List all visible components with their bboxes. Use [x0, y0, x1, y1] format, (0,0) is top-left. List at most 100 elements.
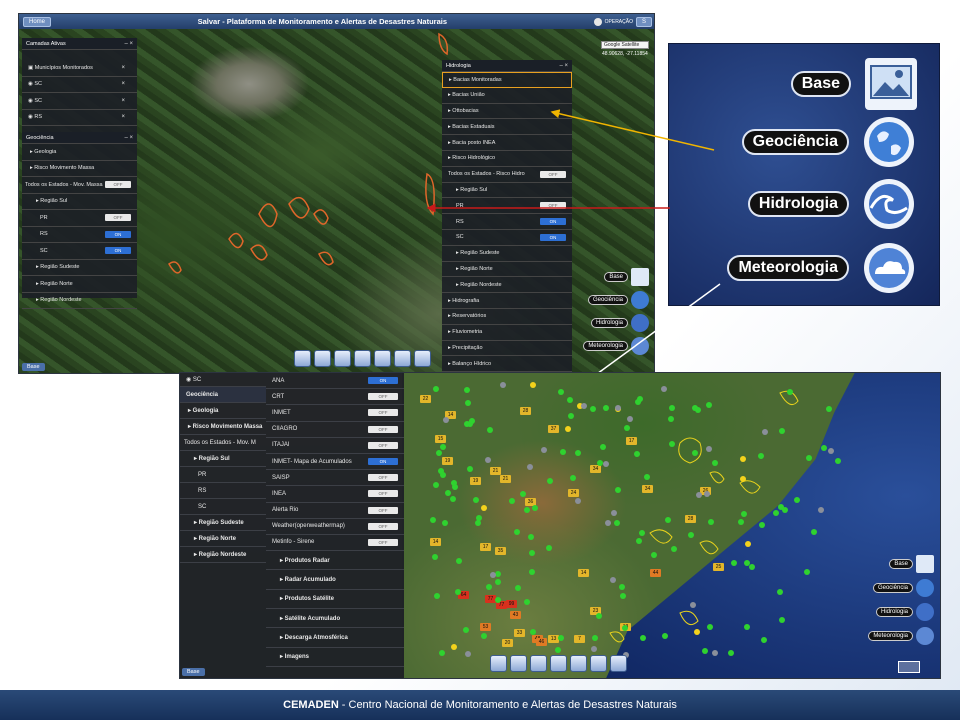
geoscience-row[interactable]: ▸ Região Sul [22, 194, 137, 210]
tools-icon[interactable] [394, 350, 411, 367]
toggle-switch[interactable]: ON [105, 247, 131, 255]
station-dot[interactable] [486, 583, 493, 590]
station-dot[interactable] [660, 385, 667, 392]
panel-controls-icon[interactable]: – × [124, 135, 133, 141]
toggle-switch[interactable]: OFF [368, 409, 398, 417]
station-dot[interactable] [589, 406, 596, 413]
station-dot[interactable] [530, 628, 537, 635]
rain-station-marker[interactable]: 14 [430, 538, 441, 546]
station-dot[interactable] [546, 544, 553, 551]
layer-item[interactable]: ◉ SC × [22, 93, 137, 110]
rain-station-marker[interactable]: 24 [568, 489, 579, 497]
meteorology-group-row[interactable]: ▸ Radar Acumulado [266, 570, 404, 590]
rain-station-marker[interactable]: 43 [510, 611, 521, 619]
geoscience-row[interactable]: Todos os Estados - Mov. Massa OFF [22, 177, 137, 194]
meteorology-group-row[interactable]: ▸ Descarga Atmosférica [266, 628, 404, 648]
legend-geoscience[interactable]: Geociência [848, 579, 934, 597]
station-dot[interactable] [456, 557, 463, 564]
zoom-in-icon[interactable] [314, 350, 331, 367]
toggle-switch[interactable]: OFF [368, 490, 398, 498]
station-dot[interactable] [627, 416, 633, 423]
station-dot[interactable] [820, 445, 827, 452]
toggle-switch[interactable]: OFF [368, 393, 398, 401]
geoscience-row[interactable]: Geociência [180, 387, 266, 403]
station-dot[interactable] [773, 509, 780, 516]
rain-station-marker[interactable]: 46 [536, 638, 547, 646]
hydrology-row[interactable]: ▸ Bacias Monitoradas [442, 72, 572, 88]
legend-hydrology[interactable]: Hidrologia [569, 314, 649, 332]
station-dot[interactable] [464, 400, 471, 407]
active-layer-sc[interactable]: ◉ SC [180, 373, 266, 387]
meteorology-source-row[interactable]: Alerta Rio OFF [266, 503, 404, 519]
station-dot[interactable] [614, 519, 621, 526]
rain-station-marker[interactable]: 15 [435, 435, 446, 443]
legend-hydrology[interactable]: Hidrologia [848, 603, 934, 621]
station-dot[interactable] [668, 404, 675, 411]
hydrology-row[interactable]: PR OFF [442, 198, 572, 215]
rain-station-marker[interactable]: 21 [490, 467, 501, 475]
station-dot[interactable] [748, 563, 755, 570]
toggle-switch[interactable]: OFF [368, 506, 398, 514]
geoscience-row[interactable]: PR [180, 467, 266, 483]
geoscience-row[interactable]: ▸ Região Sul [180, 451, 266, 467]
meteorology-group-row[interactable]: ▸ Imagens [266, 648, 404, 667]
rain-station-marker[interactable]: 33 [514, 629, 525, 637]
toggle-switch[interactable]: ON [368, 458, 398, 466]
station-dot[interactable] [494, 578, 501, 585]
station-dot[interactable] [547, 477, 554, 484]
close-icon[interactable]: × [121, 114, 125, 120]
layer-item[interactable]: ◉ SC × [22, 77, 137, 93]
meteorology-source-row[interactable]: CIIAGRO OFF [266, 422, 404, 438]
print-icon[interactable] [610, 655, 627, 672]
station-dot[interactable] [778, 617, 785, 624]
pan-icon[interactable] [550, 655, 567, 672]
hydrology-row[interactable]: ▸ Fluviometria [442, 325, 572, 341]
geoscience-row[interactable]: PR OFF [22, 210, 137, 227]
layer-item[interactable]: ▣ Municípios Monitorados × [22, 60, 137, 77]
station-dot[interactable] [566, 396, 573, 403]
station-dot[interactable] [474, 519, 481, 526]
station-dot[interactable] [444, 489, 451, 496]
close-icon[interactable]: × [121, 65, 125, 71]
hydrology-row[interactable]: ▸ Bacias Estaduais [442, 119, 572, 136]
panel-controls-icon[interactable]: – × [559, 63, 568, 69]
station-dot[interactable] [494, 597, 501, 604]
station-dot[interactable] [760, 637, 767, 644]
geoscience-row[interactable]: ▸ Geologia [180, 403, 266, 419]
hydrology-row[interactable]: ▸ Bacias União [442, 88, 572, 104]
panel-controls-icon[interactable]: – × [124, 41, 133, 47]
station-dot[interactable] [592, 634, 599, 641]
geoscience-row[interactable]: RS [180, 483, 266, 499]
close-icon[interactable]: × [121, 98, 125, 104]
station-dot[interactable] [635, 538, 642, 545]
meteorology-source-row[interactable]: ANA ON [266, 373, 404, 390]
rain-station-marker[interactable]: 35 [495, 547, 506, 555]
station-dot[interactable] [480, 632, 487, 639]
meteorology-source-row[interactable]: SAISP OFF [266, 470, 404, 487]
station-dot[interactable] [758, 452, 765, 459]
rain-station-marker[interactable]: 99 [506, 600, 517, 608]
station-dot[interactable] [514, 584, 521, 591]
rain-station-marker[interactable]: 28 [520, 407, 531, 415]
station-dot[interactable] [574, 497, 581, 504]
station-dot[interactable] [694, 406, 701, 413]
geoscience-row[interactable]: ▸ Geologia [22, 144, 137, 161]
close-icon[interactable]: × [121, 81, 125, 87]
base-button[interactable]: Base [182, 668, 205, 676]
station-dot[interactable] [762, 428, 769, 435]
toggle-switch[interactable]: ON [368, 377, 398, 385]
toggle-switch[interactable]: OFF [368, 425, 398, 433]
station-dot[interactable] [602, 460, 609, 467]
geoscience-row[interactable]: SC [180, 499, 266, 515]
station-dot[interactable] [527, 534, 534, 541]
zoom-out-icon[interactable] [334, 350, 351, 367]
rain-station-marker[interactable]: 22 [420, 395, 431, 403]
station-dot[interactable] [633, 451, 640, 458]
hydrology-row[interactable]: ▸ Região Norte [442, 262, 572, 278]
hydrology-row[interactable]: ▸ Precipitação [442, 341, 572, 357]
zoom-out-icon[interactable] [530, 655, 547, 672]
meteorology-source-row[interactable]: ITAJAI OFF [266, 438, 404, 454]
geoscience-row[interactable]: ▸ Região Nordeste [180, 547, 266, 563]
geoscience-row[interactable]: RS ON [22, 227, 137, 243]
station-dot[interactable] [737, 518, 744, 525]
